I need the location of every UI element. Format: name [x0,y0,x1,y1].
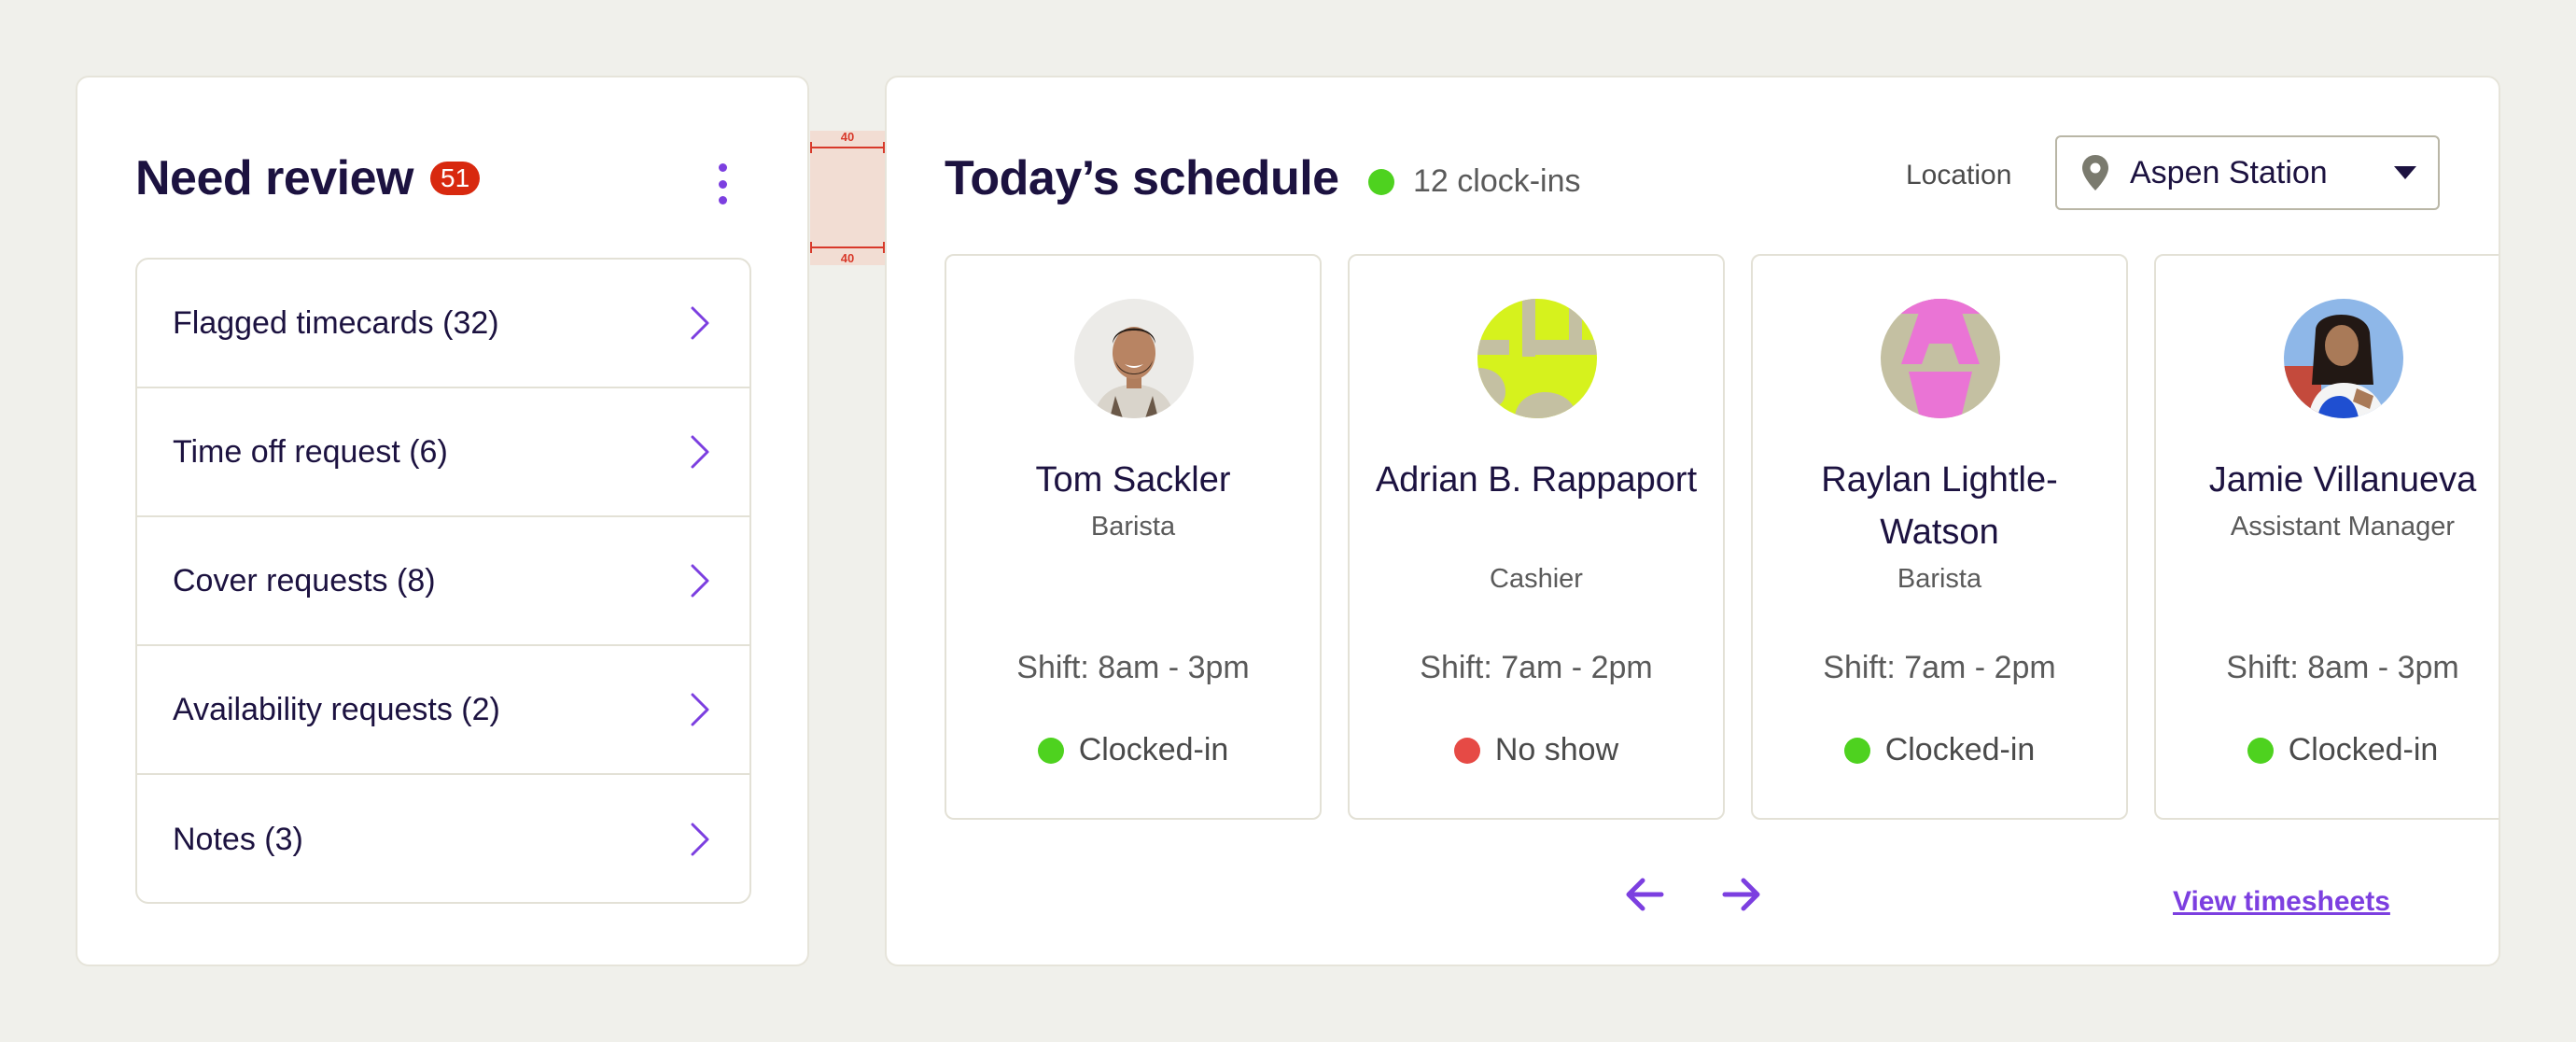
employee-status-label: Clocked-in [2288,732,2439,767]
clockins-indicator: 12 clock-ins [1368,163,1581,200]
clockins-count: 12 clock-ins [1413,163,1581,199]
map-pin-icon [2082,155,2108,190]
employee-status: Clocked-in [1753,732,2126,768]
status-dot-icon [1843,737,1870,764]
review-item-availability[interactable]: Availability requests (2) [137,646,749,775]
employee-card[interactable]: Jamie Villanueva Assistant Manager Shift… [2154,254,2499,820]
review-item-label: Flagged timecards (32) [173,304,499,341]
view-timesheets-link[interactable]: View timesheets [2173,886,2390,918]
employee-shift: Shift: 7am - 2pm [1823,650,2056,685]
need-review-title: Need review [135,151,414,205]
review-item-label: Notes (3) [173,821,303,857]
review-list: Flagged timecards (32) Time off request … [135,258,751,904]
review-item-time-off[interactable]: Time off request (6) [137,388,749,517]
review-item-notes[interactable]: Notes (3) [137,775,749,902]
review-item-label: Availability requests (2) [173,691,500,727]
avatar [1881,299,2000,418]
location-label: Location [1906,160,2012,190]
employee-status-label: Clocked-in [1884,732,2036,767]
employee-status-label: No show [1494,732,1619,767]
employee-status: Clocked-in [946,732,1320,768]
employee-name: Tom Sackler [1035,460,1231,500]
need-review-panel: Need review 51 Flagged timecards (32) Ti… [76,76,809,966]
avatar [1477,299,1597,418]
employee-status-label: Clocked-in [1078,732,1229,767]
chevron-right-icon [691,823,709,856]
spacing-measure-label-bottom: 40 [840,251,855,265]
employee-shift: Shift: 8am - 3pm [2226,650,2459,685]
location-select[interactable]: Aspen Station [2055,135,2440,210]
employee-card[interactable]: Adrian B. Rappaport Cashier Shift: 7am -… [1348,254,1725,820]
employee-status: Clocked-in [2156,732,2499,768]
caret-down-icon [2394,166,2416,179]
status-dot-icon [1368,168,1394,195]
chevron-right-icon [691,306,709,340]
review-item-cover-requests[interactable]: Cover requests (8) [137,517,749,646]
review-item-label: Cover requests (8) [173,562,436,598]
employee-role: Barista [1090,512,1176,542]
status-dot-icon [1037,737,1064,764]
arrow-left-icon[interactable] [1624,876,1665,913]
avatar [1074,299,1194,418]
location-value: Aspen Station [2130,154,2328,190]
employee-role: Cashier [1490,564,1583,594]
employee-status: No show [1350,732,1723,768]
need-review-header: Need review 51 [135,150,481,206]
schedule-panel: Today’s schedule 12 clock-ins Location A… [885,76,2500,966]
status-dot-icon [1453,737,1480,764]
more-options-icon[interactable] [708,163,736,204]
employee-name: Raylan Lightle-Watson [1821,460,2058,552]
review-count-badge: 51 [430,162,481,195]
employee-name: Adrian B. Rappaport [1375,460,1698,500]
employee-name: Jamie Villanueva [2208,460,2477,500]
chevron-right-icon [691,693,709,726]
chevron-right-icon [691,435,709,469]
review-item-label: Time off request (6) [173,433,448,470]
employee-card[interactable]: Tom Sackler Barista Shift: 8am - 3pm Clo… [945,254,1322,820]
review-item-flagged-timecards[interactable]: Flagged timecards (32) [137,260,749,388]
schedule-title: Today’s schedule [945,151,1339,205]
employee-role: Barista [1897,564,1982,594]
chevron-right-icon [691,564,709,598]
status-dot-icon [2247,737,2274,764]
avatar [2284,299,2403,418]
employee-shift: Shift: 8am - 3pm [1016,650,1250,685]
arrow-right-icon[interactable] [1721,876,1762,913]
employee-role: Assistant Manager [2230,512,2456,542]
employee-card[interactable]: Raylan Lightle-Watson Barista Shift: 7am… [1751,254,2128,820]
employee-shift: Shift: 7am - 2pm [1420,650,1653,685]
spacing-measure-top [810,142,885,153]
